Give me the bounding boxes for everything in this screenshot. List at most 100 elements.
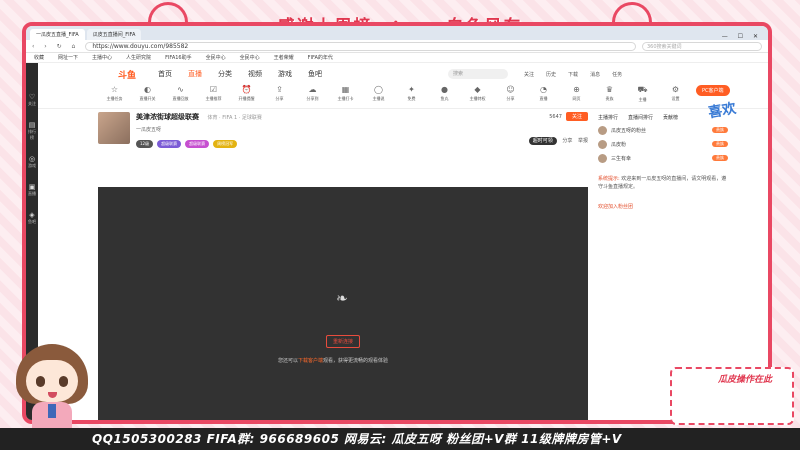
video-message: 您还可以下载客户端观看，获得更流畅的观看体验: [278, 358, 389, 364]
avatar: [598, 153, 607, 163]
browser-tab[interactable]: 瓜皮五直播间_FIFA: [86, 29, 142, 40]
nav-home[interactable]: 首页: [158, 69, 172, 79]
cloud-icon: ☁: [308, 85, 317, 94]
avatar: [598, 139, 607, 149]
nav-live[interactable]: 直播: [188, 69, 202, 79]
category-item[interactable]: ∿ 直播回放: [164, 85, 197, 102]
rank-row[interactable]: 瓜皮五呀的粉丝 贵族: [594, 123, 734, 137]
rail-item-live[interactable]: ▣ 直播: [27, 183, 37, 197]
nav-category[interactable]: 分类: [218, 69, 232, 79]
pc-client-button[interactable]: PC客户端: [696, 85, 730, 96]
category-item[interactable]: ⇪ 分享: [263, 85, 296, 102]
report-link[interactable]: 举报: [578, 138, 588, 144]
header-download-icon[interactable]: 下载: [568, 71, 578, 78]
recommend-icon: ☑: [209, 85, 218, 94]
room-tag: 超级联赛: [185, 140, 210, 148]
bookmark-item[interactable]: 人生研究院: [126, 54, 151, 61]
header-history-icon[interactable]: 历史: [546, 71, 556, 78]
room-actions: 5647 关注 超时可领 分享 举报: [528, 112, 588, 148]
browser-tab[interactable]: 一瓜皮五直播_FIFA: [30, 29, 85, 40]
bookmark-item[interactable]: 全民中心: [206, 54, 226, 61]
replay-icon: ∿: [177, 85, 184, 94]
category-item[interactable]: ▦ 主播打卡: [329, 85, 362, 102]
header-task-icon[interactable]: 任务: [612, 71, 622, 78]
category-item[interactable]: ⚙ 设置: [659, 85, 692, 102]
rail-item-game[interactable]: ◎ 游戏: [27, 155, 37, 169]
flame-logo-icon: ❧: [336, 291, 348, 307]
reconnect-button[interactable]: 重新连接: [326, 335, 361, 348]
alarm-icon: ⏰: [241, 85, 252, 94]
douyu-logo[interactable]: 斗鱼: [118, 68, 136, 81]
category-item[interactable]: ◔ 直播: [527, 85, 560, 102]
category-item[interactable]: ☺ 分享: [494, 85, 527, 102]
tab-room-rank[interactable]: 直播间排行: [628, 114, 653, 121]
room-tag: 12级: [136, 140, 154, 148]
category-item[interactable]: ✦ 免费: [395, 85, 428, 102]
rank-icon: ▤: [28, 121, 36, 129]
browser-search-input[interactable]: 360搜索关键词: [642, 41, 762, 51]
bookmark-item[interactable]: 王者荣耀: [274, 54, 294, 61]
site-search-input[interactable]: 搜索: [448, 69, 509, 79]
bookmark-item[interactable]: FIFA的年代: [308, 54, 333, 61]
system-message: 系统提示: 欢迎来到一瓜皮五呀的直播间，请文明观看，遵守斗鱼直播规定。: [598, 176, 727, 190]
download-client-link[interactable]: 下载客户端: [298, 358, 323, 364]
fan-club-message[interactable]: 欢迎加入粉丝团: [594, 201, 734, 213]
category-strip: ☆ 主播任务 ◐ 直播开关 ∿ 直播回放 ☑ 主播推荐 ⏰ 开播提醒 ⇪ 分享 ☁ 分享到 ▦…: [38, 85, 768, 109]
cart-icon: ⛟: [637, 85, 648, 94]
streamer-avatar[interactable]: [98, 112, 130, 144]
room-category[interactable]: 体育 · FIFA 1 · 足球联赛: [207, 115, 262, 121]
lottery-badge[interactable]: 超时可领: [528, 137, 557, 145]
video-player[interactable]: ❧ 重新连接 您还可以下载客户端观看，获得更流畅的观看体验: [98, 187, 588, 420]
share-icon: ⇪: [276, 85, 283, 94]
category-item[interactable]: ◐ 直播开关: [131, 85, 164, 102]
nav-game[interactable]: 游戏: [278, 69, 292, 79]
category-item[interactable]: ◆ 主播特权: [461, 85, 494, 102]
category-item[interactable]: ⏰ 开播提醒: [230, 85, 263, 102]
share-link[interactable]: 分享: [562, 138, 572, 144]
rank-row[interactable]: 瓜皮粉 贵族: [594, 137, 734, 151]
camera-box: 瓜皮操作在此: [670, 367, 794, 425]
heart-icon: ♡: [28, 93, 36, 101]
tab-contrib[interactable]: 贡献榜: [663, 114, 678, 121]
category-item[interactable]: ⛟ 主播: [626, 85, 659, 103]
anchor-name[interactable]: 一瓜皮五呀: [136, 126, 529, 133]
header-message-icon[interactable]: 消息: [590, 71, 600, 78]
rail-item-follow[interactable]: ♡ 关注: [27, 93, 37, 107]
rank-row[interactable]: 三生有幸 贵族: [594, 151, 734, 165]
badge-icon: ◆: [474, 85, 481, 94]
category-item[interactable]: ● 鱼丸: [428, 85, 461, 102]
bookmark-item[interactable]: 全民中心: [240, 54, 260, 61]
browser-tabbar: 一瓜皮五直播_FIFA 瓜皮五直播间_FIFA — ☐ ✕: [26, 26, 768, 40]
address-bar: ‹ › ↻ ⌂ https://www.douyu.com/985582 360…: [26, 40, 768, 53]
site-main: 斗鱼 首页 直播 分类 视频 游戏 鱼吧 搜索 关注 历史 下载 消息 任务 ☆…: [38, 63, 768, 420]
switch-icon: ◐: [144, 85, 151, 94]
header-follow-icon[interactable]: 关注: [524, 71, 534, 78]
category-item[interactable]: ♛ 贵族: [593, 85, 626, 102]
bookmark-item[interactable]: FIFA16助手: [165, 54, 192, 61]
header-icons: 关注 历史 下载 消息 任务: [524, 71, 622, 78]
web-icon: ⊕: [573, 85, 580, 94]
nav-fishbar[interactable]: 鱼吧: [308, 69, 322, 79]
bookmark-item[interactable]: 主播中心: [92, 54, 112, 61]
category-item[interactable]: ◯ 主播说: [362, 85, 395, 102]
nav-video[interactable]: 视频: [248, 69, 262, 79]
gamepad-icon: ◎: [28, 155, 36, 163]
room-tag: 周榜冠军: [213, 140, 238, 148]
category-item[interactable]: ☑ 主播推荐: [197, 85, 230, 102]
url-input[interactable]: https://www.douyu.com/985582: [85, 41, 636, 51]
follow-button[interactable]: 关注: [565, 112, 588, 121]
category-item[interactable]: ☆ 主播任务: [98, 85, 131, 102]
bookmark-item[interactable]: 收藏: [34, 54, 44, 61]
nav-buttons-icon[interactable]: ‹ › ↻ ⌂: [32, 43, 79, 50]
category-item[interactable]: ⊕ 网页: [560, 85, 593, 102]
follow-count: 5647: [549, 114, 562, 120]
rail-item-rank[interactable]: ▤ 排行榜: [27, 121, 37, 141]
rail-item-fishbar[interactable]: ◈ 鱼吧: [27, 211, 37, 225]
window-controls[interactable]: — ☐ ✕: [722, 33, 768, 40]
tab-anchor-rank[interactable]: 主播排行: [598, 114, 618, 121]
category-item[interactable]: ☁ 分享到: [296, 85, 329, 102]
bookmark-item[interactable]: 网址一下: [58, 54, 78, 61]
crown-icon: ♛: [605, 85, 614, 94]
room-text: 美津浓街球超级联赛 体育 · FIFA 1 · 足球联赛 一瓜皮五呀 12级 超…: [136, 112, 529, 148]
site-header: 斗鱼 首页 直播 分类 视频 游戏 鱼吧 搜索 关注 历史 下载 消息 任务: [38, 63, 768, 85]
